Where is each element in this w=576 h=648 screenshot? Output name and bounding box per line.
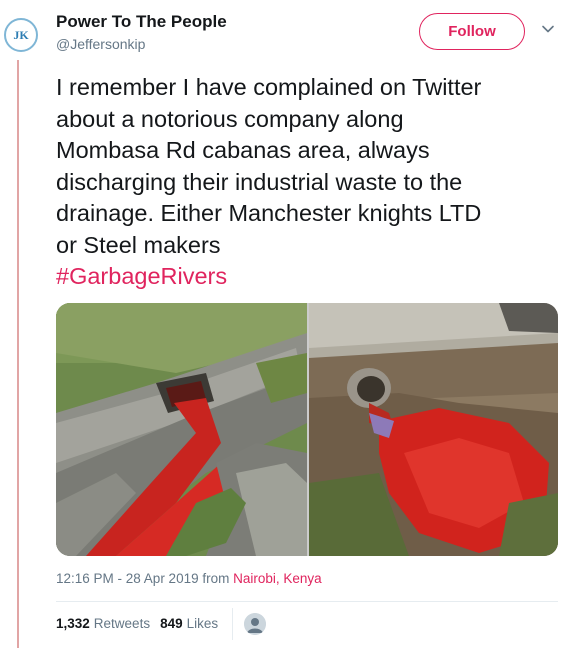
location-link[interactable]: Nairobi, Kenya (233, 571, 322, 586)
tweet-text-line: drainage. Either Manchester knights LTD (56, 200, 482, 226)
thread-line (17, 60, 19, 648)
hashtag-link[interactable]: #GarbageRivers (56, 261, 561, 293)
retweets-label[interactable]: Retweets (94, 616, 150, 631)
tweet-text-line: I remember I have complained on Twitter (56, 74, 482, 100)
photo-pit-right[interactable] (309, 303, 558, 556)
media-grid (56, 303, 558, 556)
tweet-stats: 1,332 Retweets 849 Likes (56, 616, 218, 631)
tweet-text-line: Mombasa Rd cabanas area, always (56, 137, 430, 163)
stats-separator (232, 608, 233, 640)
divider (56, 601, 558, 602)
tweet-text-line: discharging their industrial waste to th… (56, 168, 463, 195)
tweet-timestamp: 12:16 PM - 28 Apr 2019 from Nairobi, Ken… (56, 571, 322, 586)
author-name[interactable]: Power To The People (56, 12, 227, 32)
author-handle[interactable]: @Jeffersonkip (56, 36, 145, 52)
follow-button[interactable]: Follow (419, 13, 525, 50)
likes-count[interactable]: 849 (160, 616, 183, 631)
avatar[interactable]: JK (4, 18, 38, 52)
chevron-down-icon[interactable] (541, 22, 555, 36)
tweet-text-line: or Steel makers (56, 231, 221, 258)
likes-label[interactable]: Likes (187, 616, 219, 631)
liker-avatar-icon[interactable] (244, 613, 266, 635)
avatar-initials: JK (13, 27, 29, 42)
timestamp-text[interactable]: 12:16 PM - 28 Apr 2019 from (56, 571, 229, 586)
tweet-text: I remember I have complained on Twitter … (56, 72, 561, 293)
retweets-count[interactable]: 1,332 (56, 616, 90, 631)
photo-drain-left[interactable] (56, 303, 307, 556)
tweet-text-line: about a notorious company along (56, 105, 404, 132)
